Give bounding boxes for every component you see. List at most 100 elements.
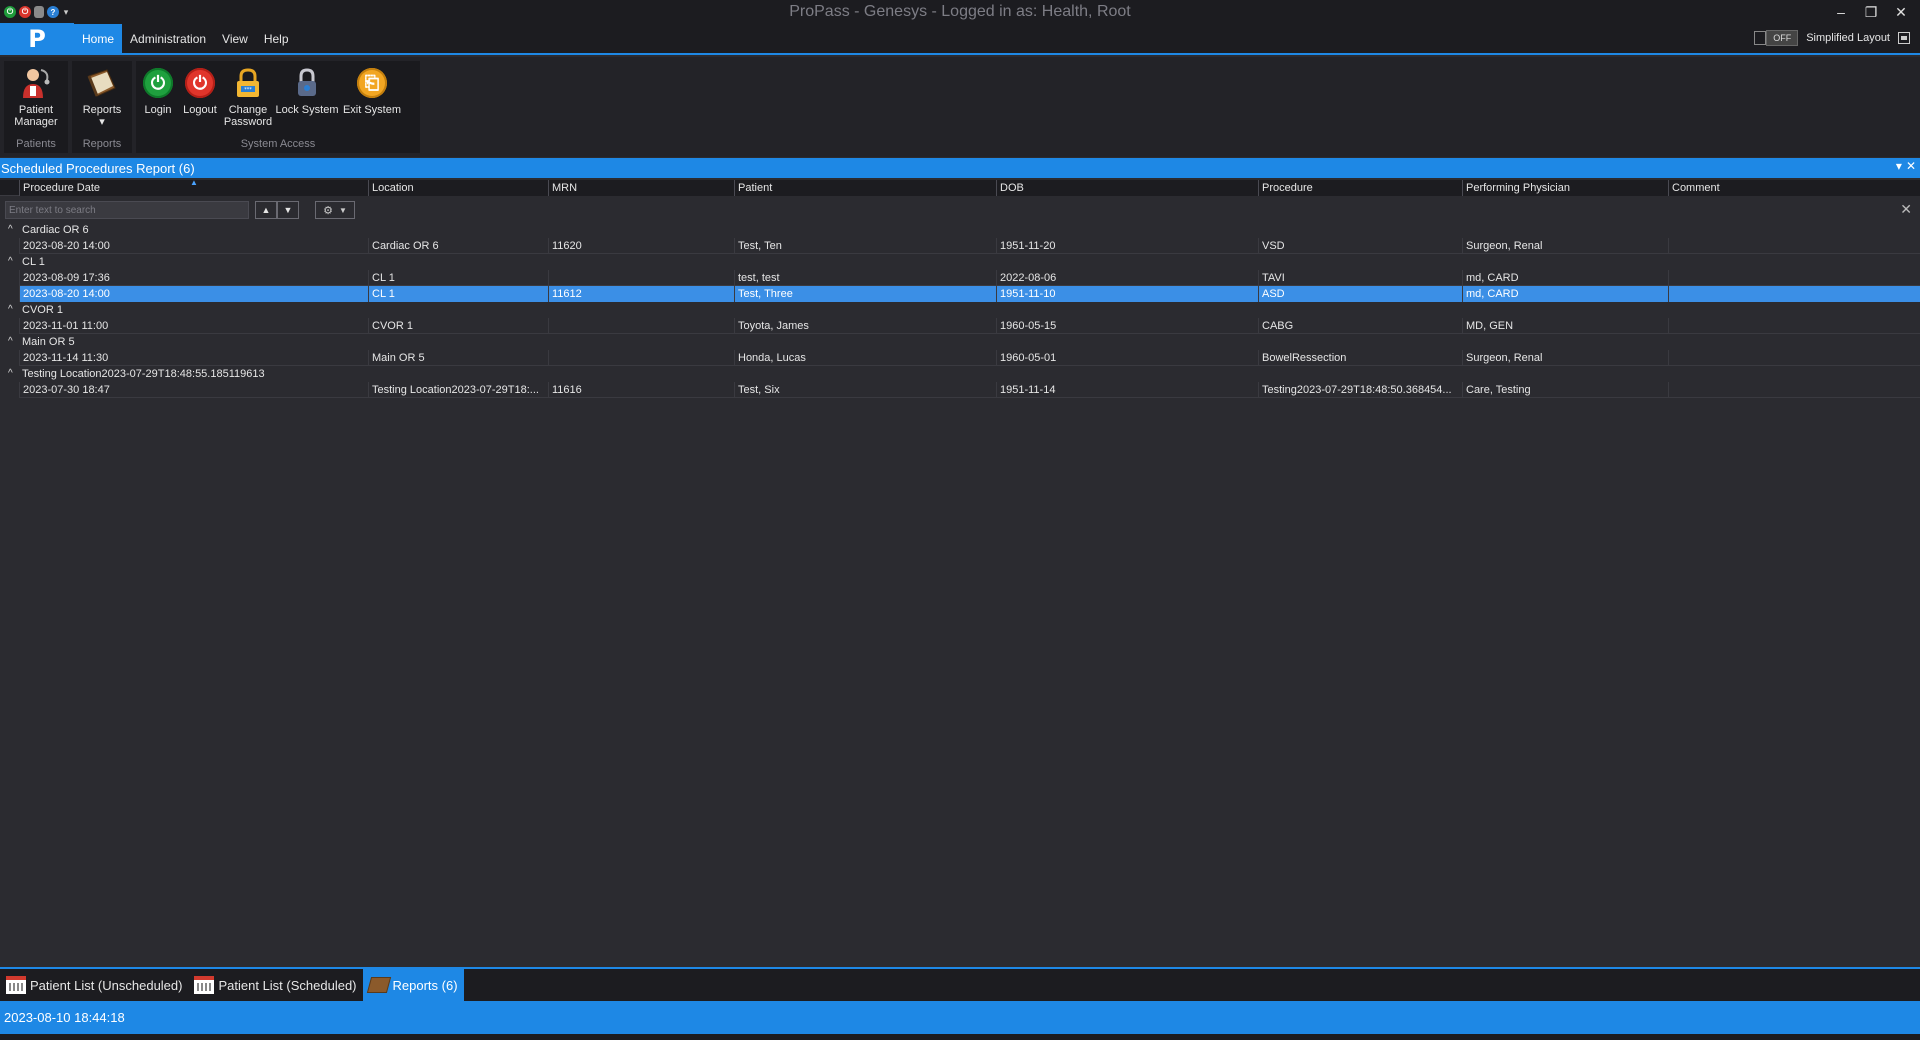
exit-system-button[interactable]: ⎗ Exit System xyxy=(340,63,404,116)
cell-procedure[interactable]: VSD xyxy=(1258,238,1462,254)
column-performing-physician[interactable]: Performing Physician xyxy=(1462,180,1668,196)
cell-physician[interactable]: Care, Testing xyxy=(1462,382,1668,398)
cell-patient[interactable]: Toyota, James xyxy=(734,318,996,334)
search-settings-button[interactable]: ⚙ ▼ xyxy=(315,201,355,219)
table-row[interactable]: 2023-11-14 11:30 Main OR 5 Honda, Lucas 196… xyxy=(0,350,1920,366)
cell-procedure-date[interactable]: 2023-11-01 11:00 xyxy=(19,318,368,334)
cell-dob[interactable]: 2022-08-06 xyxy=(996,270,1258,286)
cell-physician[interactable]: md, CARD xyxy=(1462,270,1668,286)
menu-view[interactable]: View xyxy=(214,24,256,53)
cell-procedure-date[interactable]: 2023-08-20 14:00 xyxy=(19,286,368,302)
logout-button[interactable]: ⏻ Logout xyxy=(178,63,222,116)
tab-patient-list-scheduled[interactable]: Patient List (Scheduled) xyxy=(188,969,362,1001)
cell-procedure-date[interactable]: 2023-11-14 11:30 xyxy=(19,350,368,366)
cell-patient[interactable]: Test, Three xyxy=(734,286,996,302)
menu-administration[interactable]: Administration xyxy=(122,24,214,53)
collapse-chevron-icon[interactable]: ^ xyxy=(8,222,13,238)
menu-home[interactable]: Home xyxy=(74,24,123,53)
minimize-button[interactable]: – xyxy=(1826,4,1856,20)
cell-location[interactable]: CL 1 xyxy=(368,286,548,302)
search-prev-button[interactable]: ▲ xyxy=(255,201,277,219)
cell-dob[interactable]: 1960-05-01 xyxy=(996,350,1258,366)
cell-procedure-date[interactable]: 2023-08-09 17:36 xyxy=(19,270,368,286)
info-quick-icon[interactable]: ? xyxy=(47,6,59,18)
table-row[interactable]: 2023-11-01 11:00 CVOR 1 Toyota, James 1960-… xyxy=(0,318,1920,334)
cell-dob[interactable]: 1951-11-20 xyxy=(996,238,1258,254)
cell-procedure[interactable]: CABG xyxy=(1258,318,1462,334)
cell-location[interactable]: Testing Location2023-07-29T18:... xyxy=(368,382,548,398)
column-location[interactable]: Location xyxy=(368,180,548,196)
cell-mrn[interactable] xyxy=(548,270,734,286)
column-procedure[interactable]: Procedure xyxy=(1258,180,1464,196)
cell-comment[interactable] xyxy=(1668,286,1920,302)
group-row[interactable]: ^ CL 1 xyxy=(0,254,1920,270)
cell-mrn[interactable] xyxy=(548,318,734,334)
cell-comment[interactable] xyxy=(1668,270,1920,286)
change-password-button[interactable]: *** Change Password xyxy=(222,63,274,128)
cell-mrn[interactable]: 11620 xyxy=(548,238,734,254)
cell-physician[interactable]: md, CARD xyxy=(1462,286,1668,302)
search-next-button[interactable]: ▼ xyxy=(277,201,299,219)
cell-patient[interactable]: Test, Ten xyxy=(734,238,996,254)
cell-procedure[interactable]: BowelRessection xyxy=(1258,350,1462,366)
collapse-chevron-icon[interactable]: ^ xyxy=(8,254,13,270)
cell-procedure-date[interactable]: 2023-07-30 18:47 xyxy=(19,382,368,398)
cell-dob[interactable]: 1960-05-15 xyxy=(996,318,1258,334)
column-patient[interactable]: Patient xyxy=(734,180,998,196)
cell-procedure[interactable]: Testing2023-07-29T18:48:50.368454... xyxy=(1258,382,1462,398)
cell-location[interactable]: Cardiac OR 6 xyxy=(368,238,548,254)
reports-button[interactable]: Reports ▾ xyxy=(74,63,130,128)
app-logo[interactable]: P xyxy=(0,23,74,54)
cell-patient[interactable]: test, test xyxy=(734,270,996,286)
login-button[interactable]: ⏻ Login xyxy=(138,63,178,116)
cell-physician[interactable]: MD, GEN xyxy=(1462,318,1668,334)
cell-mrn[interactable]: 11616 xyxy=(548,382,734,398)
menu-help[interactable]: Help xyxy=(256,24,297,53)
cell-patient[interactable]: Honda, Lucas xyxy=(734,350,996,366)
cell-procedure[interactable]: TAVI xyxy=(1258,270,1462,286)
collapse-chevron-icon[interactable]: ^ xyxy=(8,366,13,382)
cell-comment[interactable] xyxy=(1668,238,1920,254)
restore-button[interactable]: ❐ xyxy=(1856,4,1886,21)
cell-dob[interactable]: 1951-11-14 xyxy=(996,382,1258,398)
cell-comment[interactable] xyxy=(1668,350,1920,366)
cell-physician[interactable]: Surgeon, Renal xyxy=(1462,238,1668,254)
login-quick-icon[interactable]: ⏻ xyxy=(4,6,16,18)
table-row[interactable]: 2023-08-20 14:00 Cardiac OR 6 11620 Test, T… xyxy=(0,238,1920,254)
cell-location[interactable]: Main OR 5 xyxy=(368,350,548,366)
layout-icon[interactable] xyxy=(1898,32,1910,44)
tab-reports[interactable]: Reports (6) xyxy=(362,969,464,1001)
group-row[interactable]: ^ CVOR 1 xyxy=(0,302,1920,318)
cell-comment[interactable] xyxy=(1668,382,1920,398)
collapse-chevron-icon[interactable]: ^ xyxy=(8,334,13,350)
cell-location[interactable]: CVOR 1 xyxy=(368,318,548,334)
cell-location[interactable]: CL 1 xyxy=(368,270,548,286)
table-row[interactable]: 2023-07-30 18:47 Testing Location2023-07-… xyxy=(0,382,1920,398)
panel-menu-icon[interactable]: ▾ xyxy=(1896,159,1902,173)
panel-close-icon[interactable]: ✕ xyxy=(1906,159,1916,173)
collapse-chevron-icon[interactable]: ^ xyxy=(8,302,13,318)
cell-procedure-date[interactable]: 2023-08-20 14:00 xyxy=(19,238,368,254)
logout-quick-icon[interactable]: ⏻ xyxy=(19,6,31,18)
close-button[interactable]: ✕ xyxy=(1886,4,1916,21)
cell-dob[interactable]: 1951-11-10 xyxy=(996,286,1258,302)
cell-mrn[interactable]: 11612 xyxy=(548,286,734,302)
column-dob[interactable]: DOB xyxy=(996,180,1258,196)
tab-patient-list-unscheduled[interactable]: Patient List (Unscheduled) xyxy=(0,969,188,1001)
simplified-layout-toggle[interactable]: OFF xyxy=(1754,30,1799,46)
cell-procedure[interactable]: ASD xyxy=(1258,286,1462,302)
table-row[interactable]: 2023-08-09 17:36 CL 1 test, test 2022-08-06… xyxy=(0,270,1920,286)
lock-quick-icon[interactable] xyxy=(34,6,44,18)
group-row[interactable]: ^ Testing Location2023-07-29T18:48:55.185… xyxy=(0,366,1920,382)
cell-physician[interactable]: Surgeon, Renal xyxy=(1462,350,1668,366)
search-input[interactable] xyxy=(5,201,249,219)
column-comment[interactable]: Comment xyxy=(1668,180,1920,196)
table-row[interactable]: 2023-08-20 14:00 CL 1 11612 Test, Three 1951… xyxy=(0,286,1920,302)
customize-toolbar-icon[interactable]: ▾ xyxy=(62,6,70,18)
patient-manager-button[interactable]: Patient Manager xyxy=(6,63,66,128)
column-mrn[interactable]: MRN xyxy=(548,180,734,196)
cell-mrn[interactable] xyxy=(548,350,734,366)
group-row[interactable]: ^ Cardiac OR 6 xyxy=(0,222,1920,238)
cell-patient[interactable]: Test, Six xyxy=(734,382,996,398)
lock-system-button[interactable]: Lock System xyxy=(274,63,340,116)
